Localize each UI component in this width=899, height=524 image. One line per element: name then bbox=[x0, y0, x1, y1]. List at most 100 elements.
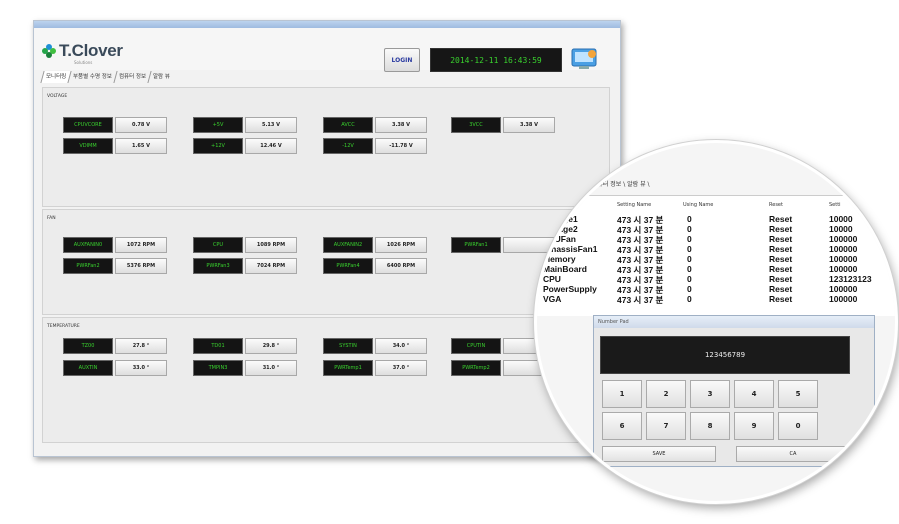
voltage-sensor: AVCC 3.38 V bbox=[323, 117, 427, 133]
sensor-name: PWRFan3 bbox=[193, 258, 243, 274]
sensor-name: AUXFANIN2 bbox=[323, 237, 373, 253]
clover-icon bbox=[42, 44, 56, 58]
sensor-name: TMPIN3 bbox=[193, 360, 243, 376]
key-9[interactable]: 9 bbox=[734, 412, 774, 440]
table-row[interactable]: CPU 473 시 37 분 0 Reset 123123123 bbox=[537, 274, 895, 285]
sensor-value: 29.8 ° bbox=[245, 338, 297, 354]
key-3[interactable]: 3 bbox=[690, 380, 730, 408]
main-window: T.Clover Solutions LOGIN 2014-12-11 16:4… bbox=[33, 20, 621, 457]
inset-tab-bar: 수명 정보 \ 컴퓨터 정보 \ 알람 뷰 \ bbox=[562, 181, 650, 188]
key-8[interactable]: 8 bbox=[690, 412, 730, 440]
sensor-value: 12.46 V bbox=[245, 138, 297, 154]
title-bar bbox=[34, 21, 620, 28]
key-1[interactable]: 1 bbox=[602, 380, 642, 408]
sensor-value: 3.38 V bbox=[375, 117, 427, 133]
voltage-sensor: 3VCC 3.38 V bbox=[451, 117, 555, 133]
sensor-value: 1072 RPM bbox=[115, 237, 167, 253]
key-7[interactable]: 7 bbox=[646, 412, 686, 440]
sensor-value: 5.13 V bbox=[245, 117, 297, 133]
table-row[interactable]: ChassisFan1 473 시 37 분 0 Reset 100000 bbox=[537, 244, 895, 255]
number-pad-dialog: Number Pad 123456789 1 2 3 4 5 6 7 8 9 0… bbox=[593, 315, 875, 467]
fan-sensor: PWRFan3 7024 RPM bbox=[193, 258, 297, 274]
cancel-button[interactable]: CA bbox=[736, 446, 850, 462]
table-row[interactable]: rage1 473 시 37 분 0 Reset 10000 bbox=[537, 214, 895, 225]
table-header: Setting Name Using Name Reset Setti bbox=[537, 202, 895, 211]
sensor-name: 3VCC bbox=[451, 117, 501, 133]
temperature-sensor: AUXTIN 33.0 ° bbox=[63, 360, 167, 376]
table-row[interactable]: rage2 473 시 37 분 0 Reset 10000 bbox=[537, 224, 895, 235]
network-icon[interactable] bbox=[570, 46, 600, 72]
sensor-value: 34.0 ° bbox=[375, 338, 427, 354]
sensor-name: SYSTIN bbox=[323, 338, 373, 354]
tab-lifetime[interactable]: 부품별 수명 정보 bbox=[67, 71, 117, 83]
logo-subtitle: Solutions bbox=[74, 60, 93, 65]
sensor-value: 31.0 ° bbox=[245, 360, 297, 376]
sensor-name: PWRTemp2 bbox=[451, 360, 501, 376]
sensor-name: +12V bbox=[193, 138, 243, 154]
sensor-name: PWRTemp1 bbox=[323, 360, 373, 376]
key-0[interactable]: 0 bbox=[778, 412, 818, 440]
key-4[interactable]: 4 bbox=[734, 380, 774, 408]
column-header: Reset bbox=[769, 202, 783, 208]
sensor-value: 37.0 ° bbox=[375, 360, 427, 376]
tab-alarm[interactable]: 알람 뷰 bbox=[147, 71, 175, 83]
temperature-sensor: TZ00 27.8 ° bbox=[63, 338, 167, 354]
login-button[interactable]: LOGIN bbox=[384, 48, 420, 72]
column-header: Setti bbox=[829, 202, 841, 208]
temperature-sensor: TMPIN3 31.0 ° bbox=[193, 360, 297, 376]
logo-name: T.Clover bbox=[59, 41, 123, 60]
dialog-title: Number Pad bbox=[594, 316, 874, 328]
sensor-value: 0.78 V bbox=[115, 117, 167, 133]
voltage-panel: VOLTAGE CPUVCORE 0.78 V +5V 5.13 V AVCC 3.3… bbox=[42, 87, 610, 207]
fan-sensor: AUXFANIN0 1072 RPM bbox=[63, 237, 167, 253]
sensor-value: 1026 RPM bbox=[375, 237, 427, 253]
sensor-name: CPUTIN bbox=[451, 338, 501, 354]
sensor-value: 1.65 V bbox=[115, 138, 167, 154]
sensor-value: 6400 RPM bbox=[375, 258, 427, 274]
temperature-title: TEMPERATURE bbox=[47, 324, 80, 329]
app-logo: T.Clover Solutions bbox=[42, 41, 132, 70]
app-header: T.Clover Solutions LOGIN 2014-12-11 16:4… bbox=[34, 28, 620, 72]
table-row[interactable]: PowerSupply 473 시 37 분 0 Reset 100000 bbox=[537, 284, 895, 295]
numpad-display: 123456789 bbox=[600, 336, 850, 374]
sensor-name: +5V bbox=[193, 117, 243, 133]
fan-title: FAN bbox=[47, 216, 56, 221]
table-row[interactable]: MainBoard 473 시 37 분 0 Reset 100000 bbox=[537, 264, 895, 275]
sensor-name: VDIMM bbox=[63, 138, 113, 154]
column-header: Using Name bbox=[683, 202, 714, 208]
save-button[interactable]: SAVE bbox=[602, 446, 716, 462]
table-row[interactable]: PUFan 473 시 37 분 0 Reset 100000 bbox=[537, 234, 895, 245]
sensor-name: AUXFANIN0 bbox=[63, 237, 113, 253]
table-row[interactable]: VGA 473 시 37 분 0 Reset 100000 bbox=[537, 294, 895, 305]
sensor-name: PWRFan4 bbox=[323, 258, 373, 274]
key-2[interactable]: 2 bbox=[646, 380, 686, 408]
table-row[interactable]: Memory 473 시 37 분 0 Reset 100000 bbox=[537, 254, 895, 265]
tab-monitoring[interactable]: 모니터링 bbox=[40, 71, 71, 83]
temperature-sensor: SYSTIN 34.0 ° bbox=[323, 338, 427, 354]
sensor-name: TD01 bbox=[193, 338, 243, 354]
temperature-sensor: TD01 29.8 ° bbox=[193, 338, 297, 354]
fan-sensor: AUXFANIN2 1026 RPM bbox=[323, 237, 427, 253]
sensor-name: AUXTIN bbox=[63, 360, 113, 376]
key-6[interactable]: 6 bbox=[602, 412, 642, 440]
sensor-name: CPUVCORE bbox=[63, 117, 113, 133]
sensor-value: 7024 RPM bbox=[245, 258, 297, 274]
voltage-sensor: -12V -11.78 V bbox=[323, 138, 427, 154]
tab-computer-info[interactable]: 컴퓨터 정보 bbox=[113, 71, 151, 83]
sensor-value: 33.0 ° bbox=[115, 360, 167, 376]
clock-display: 2014-12-11 16:43:59 bbox=[430, 48, 562, 72]
fan-sensor: PWRFan4 6400 RPM bbox=[323, 258, 427, 274]
voltage-title: VOLTAGE bbox=[47, 94, 68, 99]
lifetime-table: Setting Name Using Name Reset Setti rage… bbox=[537, 195, 895, 316]
voltage-sensor: +5V 5.13 V bbox=[193, 117, 297, 133]
sensor-name: PWRFan1 bbox=[451, 237, 501, 253]
column-header: Setting Name bbox=[617, 202, 652, 208]
sensor-value: 3.38 V bbox=[503, 117, 555, 133]
magnified-inset: 수명 정보 \ 컴퓨터 정보 \ 알람 뷰 \ Setting Name Usi… bbox=[534, 140, 898, 504]
key-5[interactable]: 5 bbox=[778, 380, 818, 408]
fan-sensor: CPU 1089 RPM bbox=[193, 237, 297, 253]
sensor-name: -12V bbox=[323, 138, 373, 154]
fan-sensor: PWRFan2 5376 RPM bbox=[63, 258, 167, 274]
sensor-value: 5376 RPM bbox=[115, 258, 167, 274]
sensor-value: -11.78 V bbox=[375, 138, 427, 154]
